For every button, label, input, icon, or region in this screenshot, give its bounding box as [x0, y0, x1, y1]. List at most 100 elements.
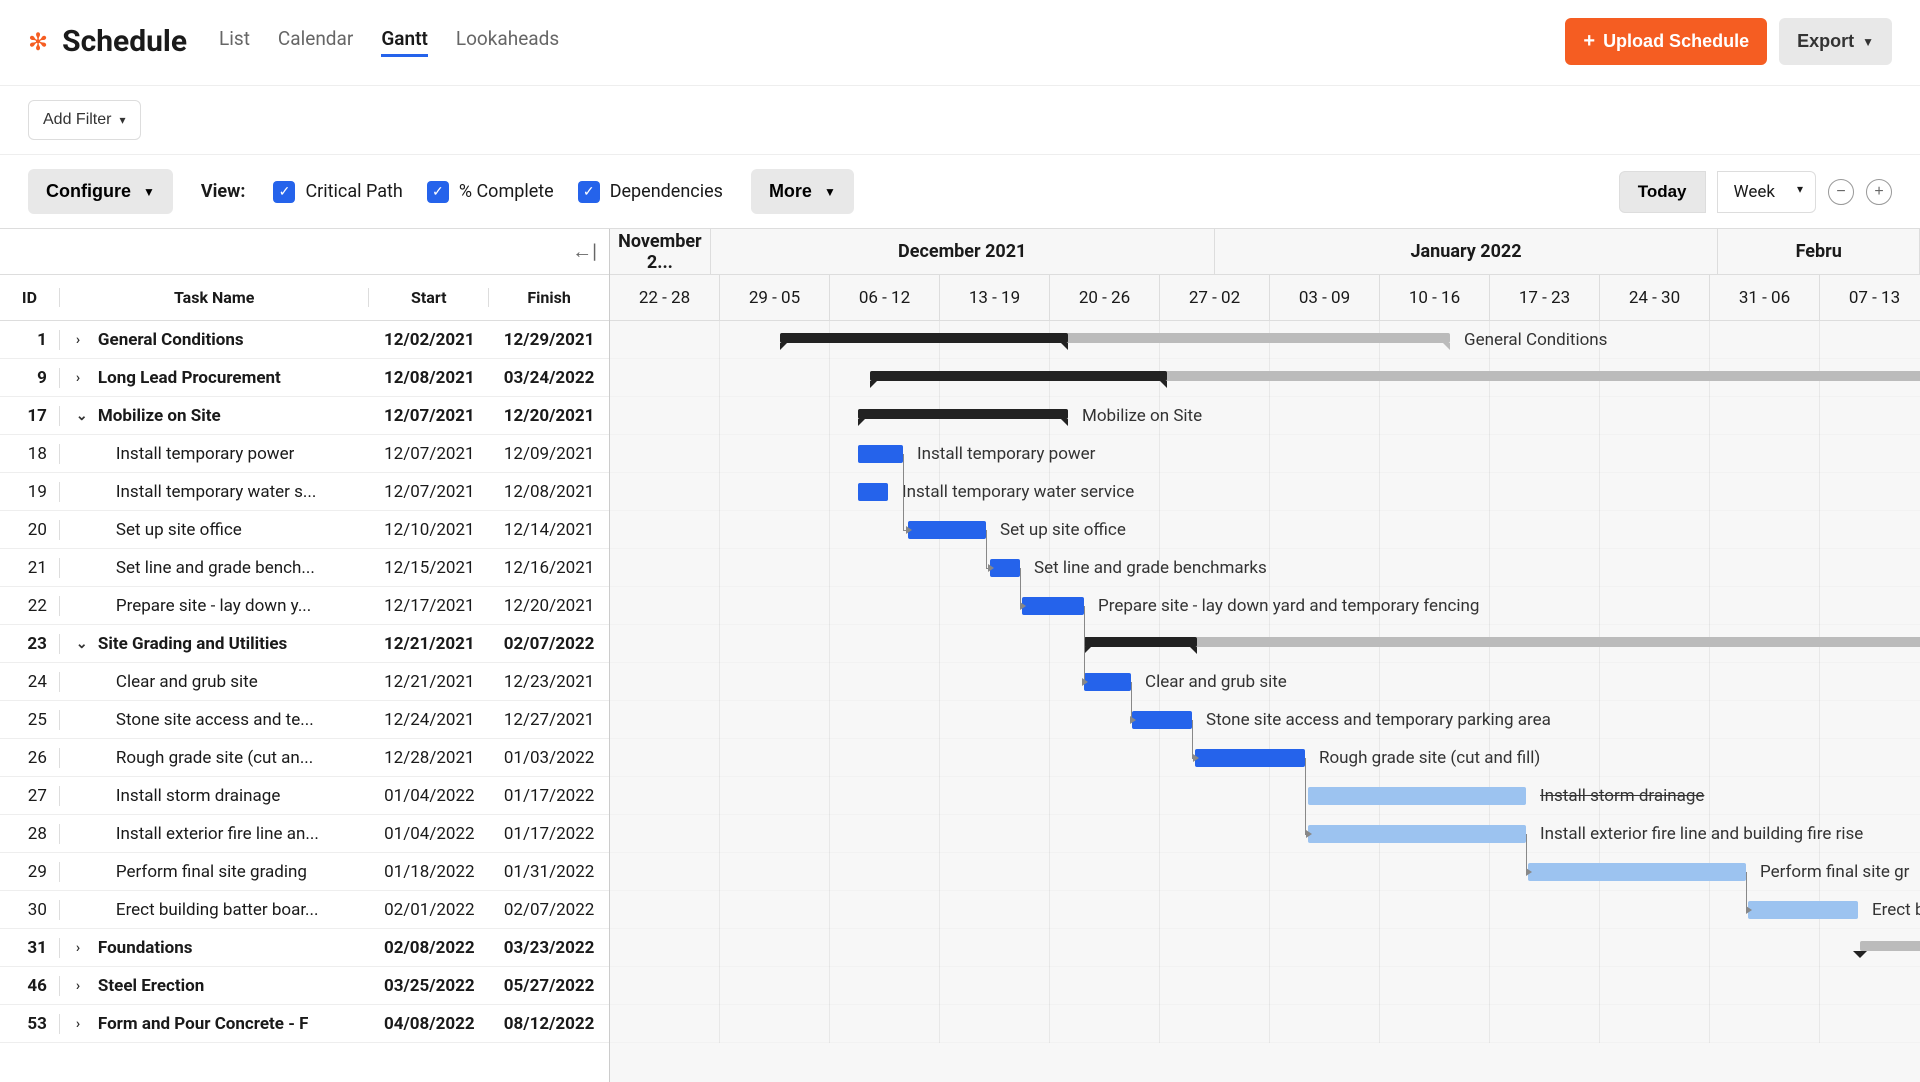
- table-row[interactable]: 53›Form and Pour Concrete - F04/08/20220…: [0, 1005, 609, 1043]
- chevron-right-icon[interactable]: ›: [76, 370, 90, 386]
- task-bar[interactable]: [1022, 597, 1084, 615]
- checkbox-dependencies[interactable]: ✓Dependencies: [578, 181, 723, 203]
- table-row[interactable]: 28Install exterior fire line an...01/04/…: [0, 815, 609, 853]
- table-row[interactable]: 25Stone site access and te...12/24/20211…: [0, 701, 609, 739]
- tab-calendar[interactable]: Calendar: [278, 27, 353, 57]
- table-row[interactable]: 26Rough grade site (cut an...12/28/20210…: [0, 739, 609, 777]
- gantt-row: Set up site office: [610, 511, 1920, 549]
- chevron-down-icon: ▾: [1797, 182, 1803, 196]
- month-header: November 2...: [610, 229, 711, 274]
- bar-label: Rough grade site (cut and fill): [1319, 748, 1540, 768]
- task-id: 25: [0, 710, 60, 730]
- task-start: 12/02/2021: [369, 330, 489, 350]
- task-bar[interactable]: [1195, 749, 1305, 767]
- gantt-row: [610, 967, 1920, 1005]
- task-id: 19: [0, 482, 60, 502]
- range-label: Week: [1734, 182, 1775, 202]
- table-row[interactable]: 24Clear and grub site12/21/202112/23/202…: [0, 663, 609, 701]
- tab-list[interactable]: List: [219, 27, 250, 57]
- collapse-left-icon[interactable]: ←|: [572, 239, 597, 264]
- task-name: Clear and grub site: [60, 672, 370, 692]
- more-button[interactable]: More ▼: [751, 169, 854, 214]
- summary-bar-progress: [1084, 637, 1197, 647]
- gantt-timeline[interactable]: November 2...December 2021January 2022Fe…: [610, 229, 1920, 1082]
- task-id: 17: [0, 406, 60, 426]
- table-row[interactable]: 27Install storm drainage01/04/202201/17/…: [0, 777, 609, 815]
- dependency-line: [1526, 834, 1527, 872]
- task-bar[interactable]: [858, 445, 903, 463]
- gantt-task-table: ←| ID Task Name Start Finish 1›General C…: [0, 229, 610, 1082]
- chevron-down-icon[interactable]: ⌄: [76, 636, 90, 652]
- bar-label: Set up site office: [1000, 520, 1126, 540]
- table-row[interactable]: 23⌄Site Grading and Utilities12/21/20210…: [0, 625, 609, 663]
- task-bar[interactable]: [858, 483, 888, 501]
- today-button[interactable]: Today: [1619, 171, 1706, 213]
- table-row[interactable]: 31›Foundations02/08/202203/23/2022: [0, 929, 609, 967]
- checkbox--complete[interactable]: ✓% Complete: [427, 181, 554, 203]
- table-row[interactable]: 29Perform final site grading01/18/202201…: [0, 853, 609, 891]
- table-row[interactable]: 20Set up site office12/10/202112/14/2021: [0, 511, 609, 549]
- task-id: 18: [0, 444, 60, 464]
- task-bar[interactable]: [1132, 711, 1192, 729]
- table-row[interactable]: 19Install temporary water s...12/07/2021…: [0, 473, 609, 511]
- task-name: Install storm drainage: [60, 786, 370, 806]
- task-start: 12/08/2021: [369, 368, 489, 388]
- task-bar[interactable]: [990, 559, 1020, 577]
- tab-gantt[interactable]: Gantt: [381, 27, 428, 57]
- gantt-row: Install temporary power: [610, 435, 1920, 473]
- gantt-row: Perform final site gr: [610, 853, 1920, 891]
- chevron-right-icon[interactable]: ›: [76, 332, 90, 348]
- month-header: December 2021: [711, 229, 1215, 274]
- chevron-down-icon: ▼: [143, 185, 155, 199]
- chevron-right-icon[interactable]: ›: [76, 1016, 90, 1032]
- export-button[interactable]: Export ▼: [1779, 18, 1892, 65]
- week-header: 17 - 23: [1490, 275, 1600, 320]
- bar-label: Mobilize on Site: [1082, 406, 1202, 426]
- task-bar[interactable]: [1084, 673, 1131, 691]
- col-finish[interactable]: Finish: [489, 288, 609, 307]
- task-bar[interactable]: [1308, 787, 1526, 805]
- gantt-row: [610, 1005, 1920, 1043]
- dependency-arrow-icon: [1193, 754, 1199, 762]
- upload-schedule-button[interactable]: + Upload Schedule: [1565, 18, 1767, 65]
- chevron-right-icon[interactable]: ›: [76, 978, 90, 994]
- task-bar[interactable]: [908, 521, 986, 539]
- table-row[interactable]: 21Set line and grade bench...12/15/20211…: [0, 549, 609, 587]
- col-id[interactable]: ID: [0, 288, 60, 307]
- summary-bar-outer[interactable]: [1084, 637, 1920, 647]
- table-row[interactable]: 1›General Conditions12/02/202112/29/2021: [0, 321, 609, 359]
- table-row[interactable]: 9›Long Lead Procurement12/08/202103/24/2…: [0, 359, 609, 397]
- checkbox-icon: ✓: [578, 181, 600, 203]
- task-name: ›Steel Erection: [60, 976, 370, 996]
- task-bar[interactable]: [1748, 901, 1858, 919]
- dependency-line: [1020, 568, 1021, 606]
- bar-label: Stone site access and temporary parking …: [1206, 710, 1551, 730]
- zoom-in-button[interactable]: +: [1866, 179, 1892, 205]
- gantt-row: Site Gra: [610, 625, 1920, 663]
- task-finish: 01/03/2022: [489, 748, 609, 768]
- summary-bar-outer[interactable]: [1860, 941, 1920, 951]
- dependency-arrow-icon: [1526, 868, 1532, 876]
- checkbox-group: ✓Critical Path ✓% Complete ✓Dependencies: [273, 181, 723, 203]
- add-filter-button[interactable]: Add Filter ▾: [28, 100, 141, 140]
- table-row[interactable]: 18Install temporary power12/07/202112/09…: [0, 435, 609, 473]
- checkbox-critical-path[interactable]: ✓Critical Path: [273, 181, 402, 203]
- tab-lookaheads[interactable]: Lookaheads: [456, 27, 559, 57]
- col-start[interactable]: Start: [369, 288, 489, 307]
- configure-button[interactable]: Configure ▼: [28, 169, 173, 214]
- task-start: 12/07/2021: [369, 406, 489, 426]
- chevron-down-icon[interactable]: ⌄: [76, 408, 90, 424]
- table-row[interactable]: 30Erect building batter boar...02/01/202…: [0, 891, 609, 929]
- table-row[interactable]: 22Prepare site - lay down y...12/17/2021…: [0, 587, 609, 625]
- table-row[interactable]: 17⌄Mobilize on Site12/07/202112/20/2021: [0, 397, 609, 435]
- task-id: 46: [0, 976, 60, 996]
- table-row[interactable]: 46›Steel Erection03/25/202205/27/2022: [0, 967, 609, 1005]
- task-bar[interactable]: [1528, 863, 1746, 881]
- range-select[interactable]: Week ▾: [1717, 171, 1816, 213]
- task-name: Set line and grade bench...: [60, 558, 370, 578]
- zoom-out-button[interactable]: −: [1828, 179, 1854, 205]
- bar-label: Perform final site gr: [1760, 862, 1909, 882]
- col-name[interactable]: Task Name: [60, 288, 369, 307]
- task-bar[interactable]: [1308, 825, 1526, 843]
- chevron-right-icon[interactable]: ›: [76, 940, 90, 956]
